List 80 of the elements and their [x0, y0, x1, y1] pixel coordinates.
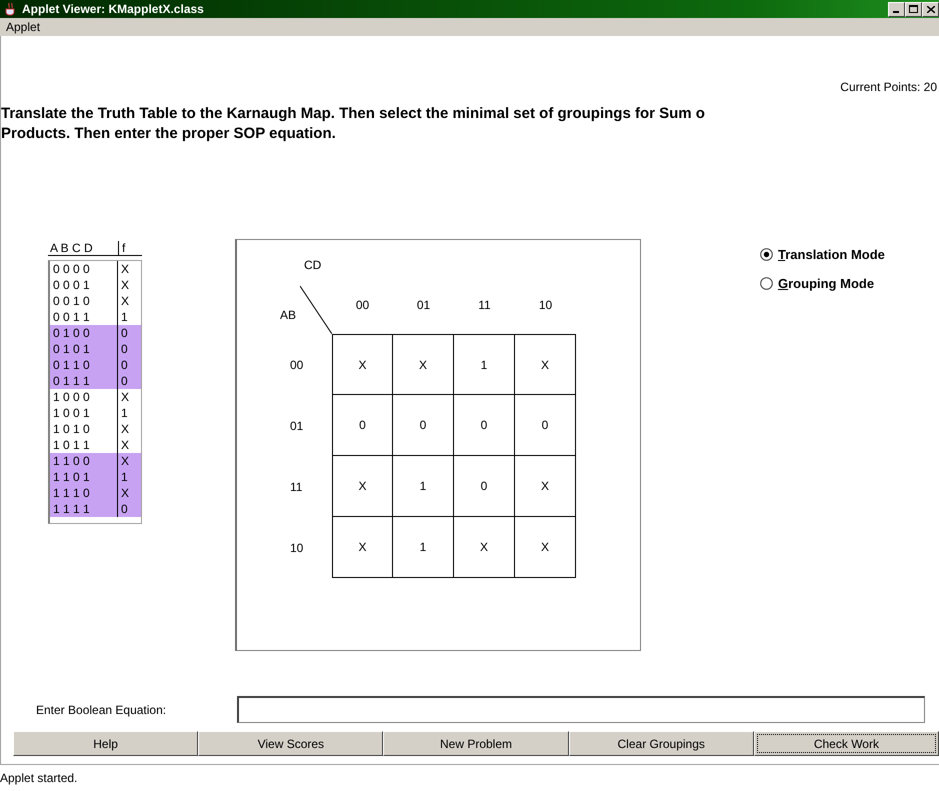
map-cell[interactable]: X [515, 517, 576, 578]
column-header: f [121, 241, 126, 255]
table-cell-text: X [120, 389, 130, 405]
table-cell: 0 [118, 341, 141, 357]
action-button[interactable]: View Scores [198, 731, 384, 756]
instruction-text: Translate the Truth Table to the Karnaugh Map. Then select the minimal set of groupings for Sum o [1, 104, 706, 124]
window-title: Applet Viewer: KMappletX.class [22, 2, 205, 16]
table-cell: X [118, 485, 141, 501]
table-cell: 1 0 0 1 [50, 405, 118, 421]
table-cell-text: X [120, 437, 130, 453]
table-cell: 0 1 1 0 [50, 357, 118, 373]
table-cell-text: X [120, 261, 130, 277]
map-cell[interactable]: 0 [332, 395, 393, 456]
column-header: A B C D [48, 241, 119, 255]
map-cell[interactable]: X [515, 334, 576, 395]
radio-button[interactable] [760, 248, 773, 261]
table-cell: 1 1 0 0 [50, 453, 118, 469]
table-cell: 0 0 0 1 [50, 277, 118, 293]
row-label: 10 [289, 540, 304, 556]
table-cell: 0 1 1 1 [50, 373, 118, 389]
table-cell: 0 1 0 0 [50, 325, 118, 341]
minimize-button[interactable] [888, 2, 905, 16]
column-variables-label: CD [303, 258, 322, 274]
maximize-icon [909, 5, 918, 13]
map-cell[interactable]: X [332, 517, 393, 578]
row-label: 01 [289, 418, 304, 434]
map-cell[interactable]: 1 [393, 517, 454, 578]
map-cell[interactable]: 0 [454, 456, 515, 517]
map-cell[interactable]: 1 [393, 456, 454, 517]
maximize-button[interactable] [905, 2, 922, 16]
table-cell: 0 1 0 1 [50, 341, 118, 357]
close-icon [926, 6, 934, 12]
map-cell[interactable]: 0 [454, 395, 515, 456]
table-cell: 0 0 1 0 [50, 293, 118, 309]
map-cell[interactable]: X [515, 456, 576, 517]
close-button[interactable] [922, 2, 939, 16]
map-cell[interactable]: 0 [393, 395, 454, 456]
equation-input-field[interactable] [237, 696, 925, 723]
row-variables-label: AB [280, 308, 296, 322]
map-cell[interactable]: X [332, 334, 393, 395]
row-label: 11 [289, 478, 304, 496]
table-cell-text: X [120, 293, 130, 309]
table-cell: 0 [118, 325, 141, 341]
map-cell[interactable]: X [393, 334, 454, 395]
column-label: 01 [416, 297, 432, 314]
map-cell[interactable]: 0 [515, 395, 576, 456]
action-button[interactable]: New Problem [383, 731, 569, 756]
table-cell: 1 1 1 0 [50, 485, 118, 501]
map-cell[interactable]: X [332, 456, 393, 517]
table-cell: 1 0 0 0 [50, 389, 118, 405]
column-label: 11 [477, 297, 492, 314]
table-cell: 0 [118, 501, 141, 517]
radio-button[interactable] [760, 277, 773, 290]
column-label: 00 [354, 297, 370, 314]
table-cell: 0 0 0 0 [50, 261, 118, 277]
table-cell: 0 [118, 373, 141, 389]
table-cell-text: X [120, 277, 130, 293]
row-label: 00 [289, 356, 304, 374]
table-cell: 0 [118, 357, 141, 373]
table-cell-text: X [120, 421, 130, 437]
map-cell[interactable]: X [454, 517, 515, 578]
equation-label: Enter Boolean Equation: [36, 702, 168, 716]
table-cell: 1 [118, 469, 141, 485]
action-button[interactable]: Clear Groupings [568, 731, 754, 756]
radio-label[interactable]: Grouping Mode [778, 276, 874, 291]
points-label: Current Points: 20 [840, 80, 937, 94]
table-cell: X [118, 453, 141, 469]
column-label: 10 [538, 297, 554, 314]
instruction-text: Products. Then enter the proper SOP equation. [1, 124, 337, 144]
table-cell: 1 0 1 0 [50, 421, 118, 437]
menu-item[interactable]: Applet [4, 20, 42, 34]
table-cell-text: 1 [120, 309, 129, 325]
action-button[interactable]: Check Work [754, 731, 939, 756]
table-cell: 1 1 1 1 [50, 501, 118, 517]
map-cell[interactable]: 1 [454, 334, 515, 395]
table-cell: 1 1 0 1 [50, 469, 118, 485]
status-text: Applet started. [0, 771, 78, 785]
table-cell-text: 1 [120, 405, 129, 421]
radio-label[interactable]: Translation Mode [778, 247, 885, 262]
action-button[interactable]: Help [13, 731, 198, 756]
